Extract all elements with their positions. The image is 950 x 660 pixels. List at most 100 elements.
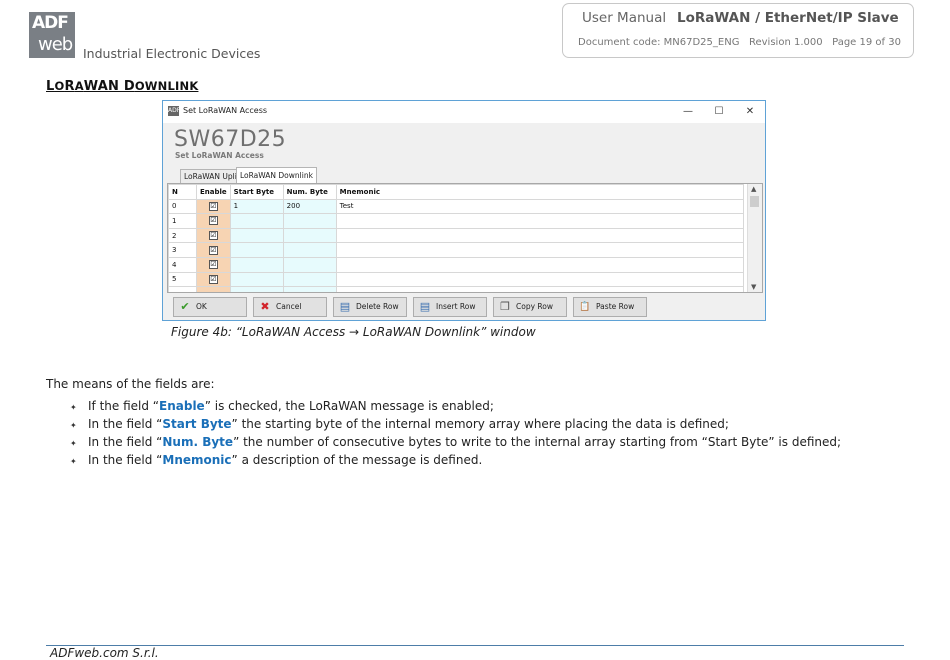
table-row[interactable]: 1 ☑ [168, 213, 744, 229]
section-title-part: R [64, 79, 75, 94]
mnemonic-cell[interactable] [335, 256, 744, 273]
paste-icon: 📋 [579, 302, 591, 312]
row-number: 1 [168, 213, 197, 229]
mnemonic-cell[interactable] [335, 227, 744, 244]
cancel-icon: ✖ [260, 300, 270, 313]
insert-row-button[interactable]: ▤ Insert Row [413, 297, 487, 317]
field-name-enable: Enable [159, 399, 205, 413]
start-byte-cell[interactable] [229, 256, 284, 273]
field-name-num-byte: Num. Byte [162, 435, 234, 449]
start-byte-cell[interactable] [229, 286, 284, 292]
num-byte-cell[interactable] [282, 286, 337, 292]
paste-row-button[interactable]: 📋 Paste Row [573, 297, 647, 317]
checkbox-checked-icon[interactable]: ☑ [208, 231, 218, 241]
footer-divider [46, 645, 904, 646]
mnemonic-cell[interactable] [335, 286, 744, 292]
section-title-part: OWNLINK [134, 79, 199, 93]
start-byte-cell[interactable] [229, 227, 284, 244]
table-row[interactable]: 3 ☑ [168, 242, 744, 258]
scroll-down-arrow-icon[interactable]: ▼ [751, 283, 756, 291]
mnemonic-cell[interactable]: Test [335, 198, 744, 215]
bullet-icon: ✦ [70, 439, 77, 448]
mnemonic-cell[interactable] [335, 213, 744, 229]
table-row[interactable]: 0 ☑ 1 200 Test [168, 198, 744, 215]
mnemonic-cell[interactable] [335, 271, 744, 288]
copy-row-button[interactable]: ❐ Copy Row [493, 297, 567, 317]
enable-cell[interactable]: ☑ [196, 213, 231, 229]
field-name-mnemonic: Mnemonic [162, 453, 232, 467]
ok-button[interactable]: ✔ OK [173, 297, 247, 317]
num-byte-cell[interactable]: 200 [282, 198, 337, 215]
num-byte-cell[interactable] [282, 242, 337, 258]
enable-cell[interactable]: ☑ [196, 198, 231, 215]
row-number [168, 286, 197, 292]
num-byte-cell[interactable] [282, 227, 337, 244]
bullet-text-post: ” the number of consecutive bytes to wri… [233, 435, 842, 449]
table-row[interactable]: 4 ☑ [168, 256, 744, 273]
start-byte-cell[interactable] [229, 242, 284, 258]
downlink-table: N Enable Start Byte Num. Byte Mnemonic 0… [167, 183, 763, 293]
section-title-part: WAN D [83, 79, 135, 94]
copy-row-button-label: Copy Row [516, 302, 554, 311]
company-tagline: Industrial Electronic Devices [83, 46, 261, 61]
delete-row-icon: ▤ [339, 300, 351, 313]
start-byte-cell[interactable] [229, 271, 284, 288]
enable-cell[interactable]: ☑ [196, 242, 231, 258]
column-header-mnemonic: Mnemonic [335, 184, 744, 200]
section-title: LORAWAN DOWNLINK [46, 79, 198, 94]
start-byte-cell[interactable]: 1 [229, 198, 284, 215]
table-row[interactable] [168, 286, 744, 292]
bullet-text-post: ” the starting byte of the internal memo… [231, 417, 729, 431]
table-row[interactable]: 5 ☑ [168, 271, 744, 288]
cancel-button[interactable]: ✖ Cancel [253, 297, 327, 317]
row-number: 0 [168, 198, 197, 215]
bullet-text-pre: In the field “ [88, 453, 163, 467]
tab-lorawan-downlink[interactable]: LoRaWAN Downlink [236, 167, 317, 183]
list-item: ✦ In the field “Num. Byte” the number of … [70, 435, 841, 449]
scroll-thumb[interactable] [750, 196, 759, 207]
checkbox-checked-icon[interactable]: ☑ [208, 216, 218, 226]
row-number: 2 [168, 227, 197, 244]
insert-row-icon: ▤ [419, 300, 431, 313]
num-byte-cell[interactable] [282, 256, 337, 273]
logo-text-adf: ADF [32, 13, 69, 33]
enable-cell[interactable]: ☑ [196, 256, 231, 273]
vertical-scrollbar[interactable]: ▲ ▼ [747, 184, 762, 292]
set-lorawan-access-window: ADF Set LoRaWAN Access — ☐ ✕ SW67D25 Set… [162, 100, 766, 321]
start-byte-cell[interactable] [229, 213, 284, 229]
checkbox-checked-icon[interactable]: ☑ [208, 201, 218, 211]
row-number: 3 [168, 242, 197, 258]
list-item: ✦ In the field “Start Byte” the starting … [70, 417, 729, 431]
enable-cell[interactable]: ☑ [196, 227, 231, 244]
delete-row-button-label: Delete Row [356, 302, 399, 311]
bullet-icon: ✦ [70, 457, 77, 466]
close-button[interactable]: ✕ [735, 103, 765, 120]
mnemonic-cell[interactable] [335, 242, 744, 258]
window-titlebar: ADF Set LoRaWAN Access — ☐ ✕ [163, 101, 765, 123]
row-number: 5 [168, 271, 197, 288]
table-row[interactable]: 2 ☑ [168, 227, 744, 244]
logo-text-web: web [38, 34, 73, 55]
enable-cell[interactable] [196, 286, 231, 292]
checkbox-checked-icon[interactable]: ☑ [208, 245, 218, 255]
scroll-up-arrow-icon[interactable]: ▲ [751, 185, 756, 193]
section-title-part: A [74, 79, 84, 93]
num-byte-cell[interactable] [282, 213, 337, 229]
bullet-text-post: ” is checked, the LoRaWAN message is ena… [204, 399, 494, 413]
user-manual-label: User Manual [582, 10, 667, 26]
adfweb-logo: ADF web [29, 12, 75, 58]
cancel-button-label: Cancel [276, 302, 302, 311]
app-title: SW67D25 [174, 127, 287, 152]
column-header-start-byte: Start Byte [229, 184, 284, 200]
checkbox-checked-icon[interactable]: ☑ [208, 274, 218, 284]
maximize-button[interactable]: ☐ [704, 103, 734, 120]
delete-row-button[interactable]: ▤ Delete Row [333, 297, 407, 317]
num-byte-cell[interactable] [282, 271, 337, 288]
bullet-text-pre: In the field “ [88, 435, 163, 449]
enable-cell[interactable]: ☑ [196, 271, 231, 288]
minimize-button[interactable]: — [673, 103, 703, 120]
bullet-icon: ✦ [70, 403, 77, 412]
document-header-box: User Manual LoRaWAN / EtherNet/IP Slave … [562, 3, 914, 58]
checkbox-checked-icon[interactable]: ☑ [208, 260, 218, 270]
bullet-text-pre: In the field “ [88, 417, 163, 431]
